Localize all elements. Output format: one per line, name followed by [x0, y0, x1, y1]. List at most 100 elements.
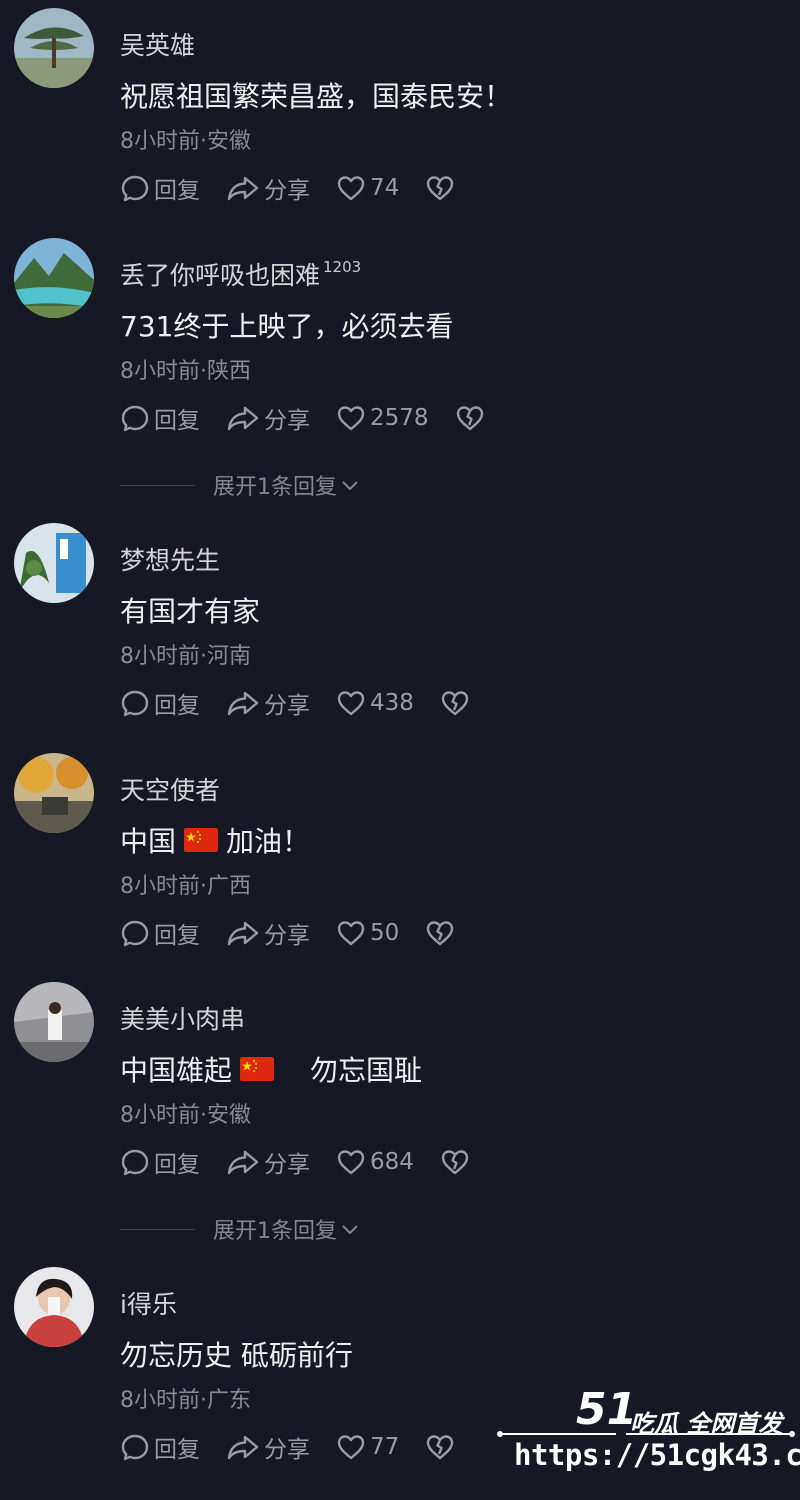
username[interactable]: 丢了你呼吸也困难 1203	[120, 256, 361, 292]
reply-button[interactable]: 回复	[120, 686, 200, 720]
like-button[interactable]: 50	[336, 918, 399, 948]
dislike-button[interactable]	[440, 1147, 474, 1177]
reply-button[interactable]: 回复	[120, 171, 200, 205]
reply-label: 回复	[154, 408, 200, 434]
dislike-button[interactable]	[425, 1432, 459, 1462]
comment-meta: 8小时前·安徽	[120, 1103, 251, 1128]
comment-text-before: 中国	[120, 825, 177, 858]
reply-button[interactable]: 回复	[120, 916, 200, 950]
reply-button[interactable]: 回复	[120, 1430, 200, 1464]
like-count: 50	[370, 920, 400, 946]
action-bar: 回复 分享 2578	[120, 398, 515, 438]
china-flag-icon	[184, 828, 219, 852]
expand-replies-button[interactable]: 展开1条回复	[120, 1213, 361, 1245]
broken-heart-icon	[441, 691, 469, 716]
username[interactable]: 天空使者	[120, 771, 220, 807]
comment-text: 中国雄起 勿忘国耻	[120, 1049, 422, 1089]
fan-badge: 1203	[323, 258, 362, 276]
share-arrow-icon	[227, 921, 259, 946]
share-arrow-icon	[227, 176, 259, 201]
reply-button[interactable]: 回复	[120, 1145, 200, 1179]
share-button[interactable]: 分享	[226, 1430, 310, 1464]
share-label: 分享	[264, 923, 310, 949]
action-bar: 回复 分享 50	[120, 913, 485, 953]
share-label: 分享	[264, 1437, 310, 1463]
avatar[interactable]	[14, 523, 94, 603]
action-bar: 回复 分享 77	[120, 1427, 485, 1467]
action-bar: 回复 分享 438	[120, 683, 500, 723]
share-arrow-icon	[227, 1150, 259, 1175]
expand-replies-label: 展开1条回复	[213, 475, 337, 500]
username[interactable]: 梦想先生	[120, 541, 220, 577]
comment-text-before: 中国雄起	[120, 1054, 233, 1087]
dislike-button[interactable]	[425, 173, 459, 203]
like-count: 684	[370, 1149, 414, 1175]
username-text: 丢了你呼吸也困难	[120, 261, 321, 290]
like-button[interactable]: 684	[336, 1147, 414, 1177]
share-label: 分享	[264, 1152, 310, 1178]
broken-heart-icon	[427, 1435, 454, 1460]
share-button[interactable]: 分享	[226, 171, 310, 205]
china-flag-icon	[240, 1057, 275, 1081]
comment-bubble-icon	[121, 175, 149, 202]
username[interactable]: 美美小肉串	[120, 1000, 245, 1036]
reply-label: 回复	[154, 178, 200, 204]
heart-icon	[337, 176, 365, 201]
share-button[interactable]: 分享	[226, 686, 310, 720]
comment-meta: 8小时前·陕西	[120, 359, 251, 384]
avatar[interactable]	[14, 1267, 94, 1347]
heart-icon	[337, 1150, 365, 1175]
avatar[interactable]	[14, 982, 94, 1062]
expand-replies-button[interactable]: 展开1条回复	[120, 469, 361, 501]
username[interactable]: i得乐	[120, 1285, 177, 1321]
dislike-button[interactable]	[440, 688, 474, 718]
avatar[interactable]	[14, 753, 94, 833]
like-button[interactable]: 74	[336, 173, 399, 203]
dislike-button[interactable]	[455, 403, 489, 433]
like-button[interactable]: 2578	[336, 403, 429, 433]
reply-label: 回复	[154, 923, 200, 949]
like-button[interactable]: 77	[336, 1432, 399, 1462]
comment-meta: 8小时前·广东	[120, 1388, 251, 1413]
reply-label: 回复	[154, 1152, 200, 1178]
chevron-down-icon	[342, 1225, 358, 1235]
broken-heart-icon	[441, 1150, 469, 1175]
share-button[interactable]: 分享	[226, 401, 310, 435]
share-label: 分享	[264, 408, 310, 434]
comment-text: 有国才有家	[120, 595, 261, 628]
action-bar: 回复 分享 684	[120, 1142, 500, 1182]
heart-icon	[337, 921, 365, 946]
broken-heart-icon	[427, 176, 454, 201]
share-button[interactable]: 分享	[226, 1145, 310, 1179]
comment-bubble-icon	[121, 920, 149, 947]
comment-bubble-icon	[121, 1434, 149, 1461]
divider	[120, 484, 195, 486]
site-watermark: 51 吃瓜 全网首发 https://51cgk43.com	[496, 1384, 800, 1490]
reply-label: 回复	[154, 1437, 200, 1463]
username[interactable]: 吴英雄	[120, 26, 195, 62]
chevron-down-icon	[342, 481, 358, 491]
comment-text-after: 勿忘国耻	[310, 1054, 423, 1087]
like-count: 74	[370, 175, 400, 201]
dislike-button[interactable]	[425, 918, 459, 948]
comment-meta: 8小时前·广西	[120, 874, 251, 899]
comment-meta: 8小时前·安徽	[120, 129, 251, 154]
avatar[interactable]	[14, 238, 94, 318]
avatar[interactable]	[14, 8, 94, 88]
heart-icon	[337, 691, 365, 716]
comment-bubble-icon	[121, 1149, 149, 1176]
comment-bubble-icon	[121, 405, 149, 432]
watermark-url: https://51cgk43.com	[514, 1438, 800, 1472]
share-label: 分享	[264, 178, 310, 204]
like-count: 77	[370, 1434, 400, 1460]
share-arrow-icon	[227, 1435, 259, 1460]
share-button[interactable]: 分享	[226, 916, 310, 950]
share-arrow-icon	[227, 406, 259, 431]
expand-replies-label: 展开1条回复	[213, 1219, 337, 1244]
like-button[interactable]: 438	[336, 688, 414, 718]
share-arrow-icon	[227, 691, 259, 716]
reply-button[interactable]: 回复	[120, 401, 200, 435]
action-bar: 回复 分享 74	[120, 168, 485, 208]
broken-heart-icon	[427, 921, 454, 946]
share-label: 分享	[264, 693, 310, 719]
